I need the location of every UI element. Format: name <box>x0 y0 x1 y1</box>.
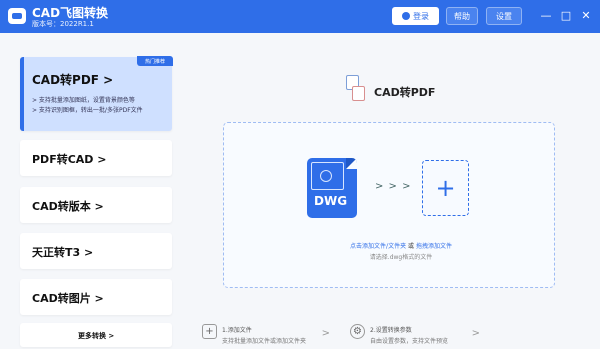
help-button[interactable]: 帮助 <box>446 7 478 25</box>
app-version: 版本号：2022R1.1 <box>32 20 94 28</box>
sidebar-item-label: CAD转图片 > <box>32 292 104 305</box>
drop-or-text: 或 <box>408 243 415 250</box>
sidebar-item-pdf-to-cad[interactable]: PDF转CAD > <box>20 140 172 176</box>
sidebar-item-cad-to-image[interactable]: CAD转图片 > <box>20 279 172 315</box>
step-title: 2.设置转换参数 <box>370 327 412 334</box>
sidebar: 热门推荐 CAD转PDF > > 支持批量添加图纸，设置背景颜色等 > 支持识别… <box>0 33 185 349</box>
sidebar-item-cad-to-pdf[interactable]: 热门推荐 CAD转PDF > > 支持批量添加图纸，设置背景颜色等 > 支持识别… <box>20 56 173 131</box>
settings-label: 设置 <box>496 11 512 21</box>
sidebar-item-description: > 支持批量添加图纸，设置背景颜色等 <box>32 97 135 104</box>
maximize-icon[interactable]: □ <box>558 6 574 24</box>
sidebar-item-label: CAD转PDF > <box>32 73 114 87</box>
sidebar-item-description: > 支持识别图框，转出一批/多张PDF文件 <box>32 107 143 114</box>
chevron-right-icon: > <box>321 328 330 339</box>
file-format-note: 请选择.dwg格式的文件 <box>369 254 433 261</box>
dwg-file-icon: DWG <box>307 158 357 218</box>
page-title: CAD转PDF <box>374 86 436 99</box>
drag-file-link[interactable]: 拖拽添加文件 <box>416 243 452 250</box>
sidebar-item-label: CAD转版本 > <box>32 200 104 213</box>
sidebar-item-label: PDF转CAD > <box>32 153 107 166</box>
sidebar-item-more-conversions[interactable]: 更多转换 > <box>20 323 172 347</box>
pdf-file-icon <box>352 86 365 101</box>
add-file-step-icon: + <box>202 324 217 339</box>
title-bar: CAD飞图转换 版本号：2022R1.1 登录 帮助 设置 — □ ✕ <box>0 0 600 33</box>
file-drop-zone[interactable]: DWG > > > + 点击添加文件/文件夹 或 拖拽添加文件 请选择.dwg格… <box>223 122 555 288</box>
step-description: 自由设置参数，支持文件预览 <box>370 338 449 345</box>
settings-button[interactable]: 设置 <box>486 7 522 25</box>
sidebar-item-label: 更多转换 > <box>78 332 115 340</box>
sidebar-item-cad-version[interactable]: CAD转版本 > <box>20 187 172 223</box>
help-label: 帮助 <box>454 11 470 21</box>
minimize-icon[interactable]: — <box>538 6 554 24</box>
step-description: 支持批量添加文件或添加文件夹 <box>222 338 307 345</box>
hot-recommend-badge: 热门推荐 <box>137 56 173 66</box>
chevron-right-icon: > > > <box>375 181 412 192</box>
add-file-button[interactable]: + <box>422 160 469 216</box>
add-file-link[interactable]: 点击添加文件/文件夹 <box>350 243 406 250</box>
blueprint-icon <box>311 162 344 190</box>
page-fold-icon <box>346 158 357 169</box>
step-conversion-settings: ⚙ 2.设置转换参数 自由设置参数，支持文件预览 > <box>350 324 480 348</box>
user-icon <box>402 12 410 20</box>
plus-icon: + <box>435 174 456 202</box>
login-label: 登录 <box>413 11 429 21</box>
settings-step-icon: ⚙ <box>350 324 365 339</box>
dwg-label: DWG <box>314 194 348 208</box>
login-button[interactable]: 登录 <box>392 7 439 25</box>
step-title: 1.添加文件 <box>222 327 252 334</box>
sidebar-item-label: 天正转T3 > <box>32 246 94 259</box>
sidebar-item-tianzheng-to-t3[interactable]: 天正转T3 > <box>20 233 172 269</box>
chevron-right-icon: > <box>471 328 480 339</box>
drop-instructions: 点击添加文件/文件夹 或 拖拽添加文件 <box>341 241 461 250</box>
close-icon[interactable]: ✕ <box>578 6 594 24</box>
step-add-files: + 1.添加文件 支持批量添加文件或添加文件夹 > <box>202 324 330 348</box>
app-logo-icon <box>8 8 26 24</box>
